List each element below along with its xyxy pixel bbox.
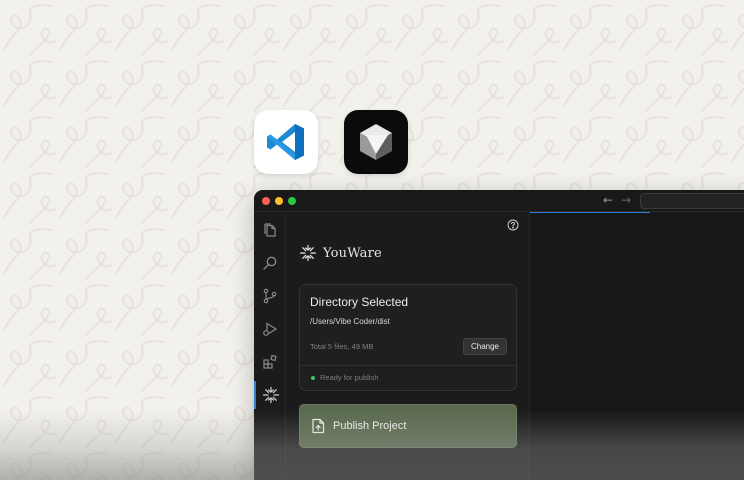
search-icon [263,256,277,270]
upload-file-icon [312,418,325,434]
activity-item-source-control[interactable] [254,282,286,310]
vscode-app-icon[interactable] [254,110,318,174]
cursor-app-icon[interactable] [344,110,408,174]
source-control-icon [263,288,277,304]
brand-name: YouWare [323,245,382,261]
activity-item-explorer[interactable] [254,216,286,244]
forward-arrow-icon[interactable]: → [621,193,631,207]
back-arrow-icon[interactable]: ← [603,193,613,207]
youware-logo-icon [299,244,317,262]
question-circle-icon[interactable] [507,218,519,236]
command-center-search[interactable] [640,193,744,209]
close-window-button[interactable] [262,197,270,205]
publish-status: Ready for publish [320,373,379,382]
activity-item-youware[interactable] [254,381,286,409]
change-directory-button[interactable]: Change [463,338,507,355]
publish-project-label: Publish Project [333,420,407,432]
run-debug-icon [263,322,278,336]
publish-project-button[interactable]: Publish Project [299,404,517,448]
card-divider [300,365,516,366]
directory-path: /Users/Vibe Coder/dist [310,317,390,326]
directory-card: Directory Selected /Users/Vibe Coder/dis… [299,284,517,391]
cursor-logo-icon [360,124,392,160]
activity-item-extensions[interactable] [254,348,286,376]
minimize-window-button[interactable] [275,197,283,205]
youware-icon [262,386,280,404]
editor-tab-indicator [530,212,650,213]
editor-area [529,212,744,480]
status-dot [311,376,315,380]
files-icon [264,223,276,237]
extensions-icon [263,354,277,369]
maximize-window-button[interactable] [288,197,296,205]
activity-bar [254,212,286,480]
directory-meta: Total 5 files, 49 MB [310,342,374,351]
title-bar: ← → [254,190,744,212]
directory-title: Directory Selected [310,295,409,309]
brand: YouWare [299,244,382,262]
activity-item-search[interactable] [254,249,286,277]
activity-item-run-debug[interactable] [254,315,286,343]
youware-panel: YouWare Directory Selected /Users/Vibe C… [286,212,529,480]
editor-window: ← → YouWare Directory Selected /Users/Vi… [254,190,744,480]
vscode-logo-icon [267,124,304,160]
